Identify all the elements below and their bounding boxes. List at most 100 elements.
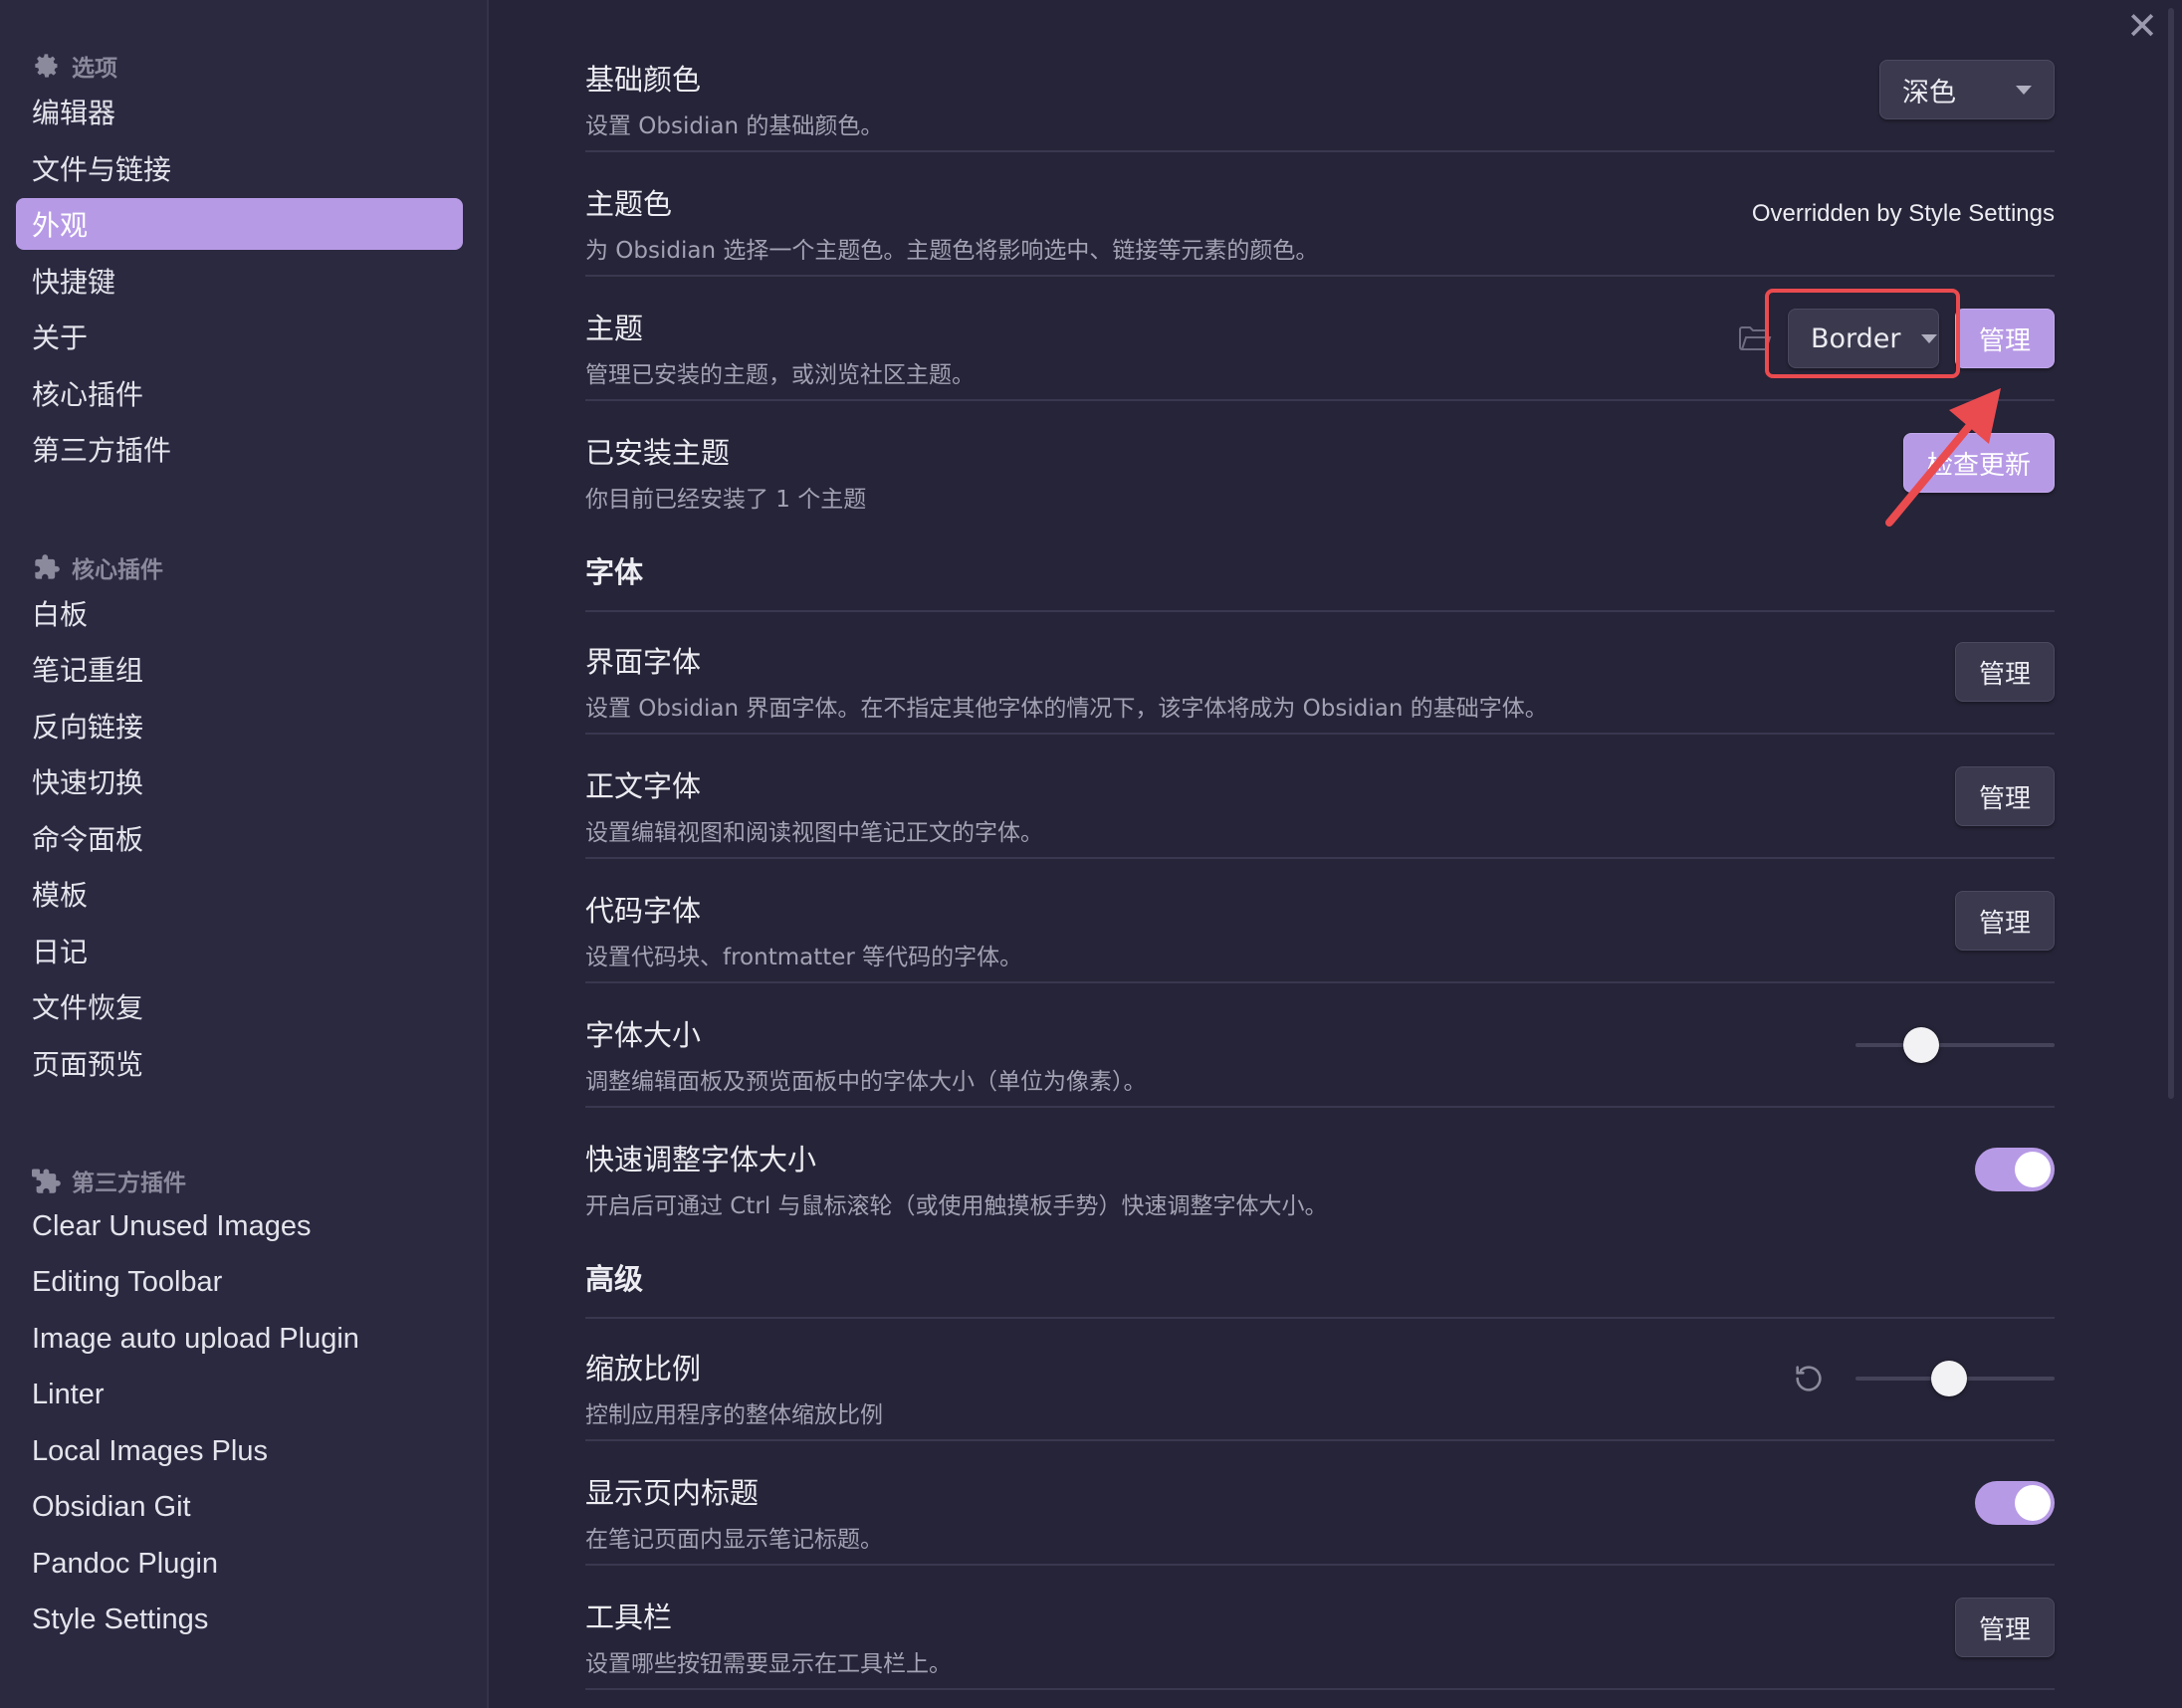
setting-description: 设置 Obsidian 的基础颜色。 <box>585 113 884 139</box>
setting-description: 设置代码块、frontmatter 等代码的字体。 <box>585 945 1023 970</box>
sidebar-item-command-palette[interactable]: 命令面板 <box>16 812 463 864</box>
sidebar-item-hotkeys[interactable]: 快捷键 <box>16 255 463 307</box>
sidebar-item-clear-unused-images[interactable]: Clear Unused Images <box>16 1200 463 1252</box>
setting-quick-font-size: 快速调整字体大小 开启后可通过 Ctrl 与鼠标滚轮（或使用触摸板手势）快速调整… <box>585 1108 2055 1232</box>
theme-dropdown[interactable]: Border <box>1788 309 1939 368</box>
setting-description: 控制应用程序的整体缩放比例 <box>585 1402 883 1428</box>
setting-description: 管理已安装的主题，或浏览社区主题。 <box>585 362 975 388</box>
sidebar-item-appearance[interactable]: 外观 <box>16 198 463 250</box>
community-plugins-group-heading: 第三方插件 <box>0 1161 487 1200</box>
setting-name: 工具栏 <box>585 1601 673 1634</box>
setting-installed-themes: 已安装主题 你目前已经安装了 1 个主题 检查更新 <box>585 401 2055 526</box>
sidebar-item-quick-switcher[interactable]: 快速切换 <box>16 755 463 807</box>
slider-track <box>1855 1043 2055 1047</box>
options-group-heading: 选项 <box>0 46 487 86</box>
close-icon[interactable]: ✕ <box>2124 7 2160 45</box>
sidebar-item-backlinks[interactable]: 反向链接 <box>16 700 463 751</box>
section-title: 高级 <box>585 1262 644 1296</box>
sidebar-item-community-plugins[interactable]: 第三方插件 <box>16 423 463 475</box>
setting-description: 为 Obsidian 选择一个主题色。主题色将影响选中、链接等元素的颜色。 <box>585 238 1319 264</box>
folder-icon[interactable] <box>1738 324 1772 352</box>
sidebar-item-image-auto-upload[interactable]: Image auto upload Plugin <box>16 1313 463 1365</box>
setting-name: 基础颜色 <box>585 63 702 97</box>
sidebar-item-core-plugins[interactable]: 核心插件 <box>16 367 463 419</box>
sidebar-item-editing-toolbar[interactable]: Editing Toolbar <box>16 1257 463 1309</box>
slider-thumb[interactable] <box>1931 1361 1967 1396</box>
setting-name: 显示页内标题 <box>585 1476 760 1510</box>
accent-color-override-note: Overridden by Style Settings <box>1751 200 2055 227</box>
toggle-knob <box>2015 1152 2051 1187</box>
setting-description: 设置哪些按钮需要显示在工具栏上。 <box>585 1651 952 1677</box>
reset-icon[interactable] <box>1792 1362 1826 1395</box>
chevron-down-icon <box>1920 333 1937 343</box>
sidebar-item-templates[interactable]: 模板 <box>16 868 463 920</box>
quick-font-size-toggle[interactable] <box>1975 1148 2055 1191</box>
sidebar-item-local-images-plus[interactable]: Local Images Plus <box>16 1425 463 1477</box>
setting-description: 设置 Obsidian 界面字体。在不指定其他字体的情况下，该字体将成为 Obs… <box>585 696 1548 722</box>
sidebar-item-linter[interactable]: Linter <box>16 1370 463 1421</box>
chevron-down-icon <box>2016 85 2032 95</box>
zoom-slider[interactable] <box>1855 1359 2055 1398</box>
sidebar-item-pandoc-plugin[interactable]: Pandoc Plugin <box>16 1538 463 1590</box>
puzzle-icon <box>32 552 62 582</box>
section-heading-font: 字体 <box>585 542 2055 612</box>
manage-toolbar-button[interactable]: 管理 <box>1955 1598 2055 1657</box>
sidebar-item-note-composer[interactable]: 笔记重组 <box>16 643 463 695</box>
section-title: 字体 <box>585 555 644 589</box>
setting-description: 你目前已经安装了 1 个主题 <box>585 487 867 513</box>
settings-content-pane: ✕ 基础颜色 设置 Obsidian 的基础颜色。 深色 主题色 为 Obsid… <box>491 0 2182 1708</box>
setting-description: 设置编辑视图和阅读视图中笔记正文的字体。 <box>585 820 1043 846</box>
sidebar-item-canvas[interactable]: 白板 <box>16 587 463 639</box>
sidebar-item-daily-notes[interactable]: 日记 <box>16 925 463 976</box>
dropdown-value: 深色 <box>1902 77 1956 108</box>
manage-code-font-button[interactable]: 管理 <box>1955 891 2055 951</box>
puzzles-icon <box>32 1166 62 1195</box>
community-plugins-heading-label: 第三方插件 <box>72 1171 186 1196</box>
slider-thumb[interactable] <box>1903 1027 1939 1063</box>
setting-zoom: 缩放比例 控制应用程序的整体缩放比例 <box>585 1317 2055 1441</box>
gear-icon <box>32 51 62 81</box>
base-color-dropdown[interactable]: 深色 <box>1879 60 2055 119</box>
setting-description: 调整编辑面板及预览面板中的字体大小（单位为像素）。 <box>585 1069 1147 1095</box>
setting-theme: 主题 管理已安装的主题，或浏览社区主题。 Border 管理 <box>585 277 2055 401</box>
manage-text-font-button[interactable]: 管理 <box>1955 766 2055 826</box>
toggle-knob <box>2015 1485 2051 1521</box>
setting-name: 主题 <box>585 312 644 345</box>
sidebar-item-obsidian-git[interactable]: Obsidian Git <box>16 1482 463 1534</box>
setting-name: 界面字体 <box>585 645 702 679</box>
setting-text-font: 正文字体 设置编辑视图和阅读视图中笔记正文的字体。 管理 <box>585 735 2055 859</box>
check-updates-button[interactable]: 检查更新 <box>1903 433 2055 493</box>
setting-base-color: 基础颜色 设置 Obsidian 的基础颜色。 深色 <box>585 28 2055 152</box>
sidebar-item-file-recovery[interactable]: 文件恢复 <box>16 980 463 1032</box>
core-plugins-heading-label: 核心插件 <box>72 556 163 583</box>
core-plugins-group-heading: 核心插件 <box>0 547 487 587</box>
sidebar-item-style-settings[interactable]: Style Settings <box>16 1595 463 1646</box>
sidebar-item-page-preview[interactable]: 页面预览 <box>16 1037 463 1089</box>
setting-font-size: 字体大小 调整编辑面板及预览面板中的字体大小（单位为像素）。 <box>585 983 2055 1108</box>
setting-name: 缩放比例 <box>585 1352 702 1386</box>
setting-name: 字体大小 <box>585 1018 702 1052</box>
setting-name: 正文字体 <box>585 769 702 803</box>
sidebar-item-editor[interactable]: 编辑器 <box>16 86 463 137</box>
options-heading-label: 选项 <box>72 56 117 82</box>
setting-name: 已安装主题 <box>585 436 731 470</box>
setting-name: 快速调整字体大小 <box>585 1143 817 1176</box>
show-inline-title-toggle[interactable] <box>1975 1481 2055 1525</box>
scrollbar[interactable] <box>2168 8 2174 1099</box>
manage-themes-button[interactable]: 管理 <box>1955 309 2055 368</box>
setting-show-inline-title: 显示页内标题 在笔记页面内显示笔记标题。 <box>585 1441 2055 1566</box>
font-size-slider[interactable] <box>1855 1025 2055 1065</box>
dropdown-value: Border <box>1811 322 1901 354</box>
setting-accent-color: 主题色 为 Obsidian 选择一个主题色。主题色将影响选中、链接等元素的颜色… <box>585 152 2055 277</box>
sidebar-item-about[interactable]: 关于 <box>16 311 463 362</box>
settings-sidebar: 选项 编辑器 文件与链接 外观 快捷键 关于 核心插件 第三方插件 核心插件 白… <box>0 0 489 1708</box>
setting-description: 在笔记页面内显示笔记标题。 <box>585 1527 883 1553</box>
manage-interface-font-button[interactable]: 管理 <box>1955 642 2055 702</box>
setting-name: 代码字体 <box>585 894 702 928</box>
setting-description: 开启后可通过 Ctrl 与鼠标滚轮（或使用触摸板手势）快速调整字体大小。 <box>585 1193 1328 1219</box>
setting-toolbar: 工具栏 设置哪些按钮需要显示在工具栏上。 管理 <box>585 1566 2055 1690</box>
section-heading-advanced: 高级 <box>585 1249 2055 1319</box>
sidebar-item-files-links[interactable]: 文件与链接 <box>16 142 463 194</box>
setting-interface-font: 界面字体 设置 Obsidian 界面字体。在不指定其他字体的情况下，该字体将成… <box>585 610 2055 735</box>
setting-name: 主题色 <box>585 187 673 221</box>
